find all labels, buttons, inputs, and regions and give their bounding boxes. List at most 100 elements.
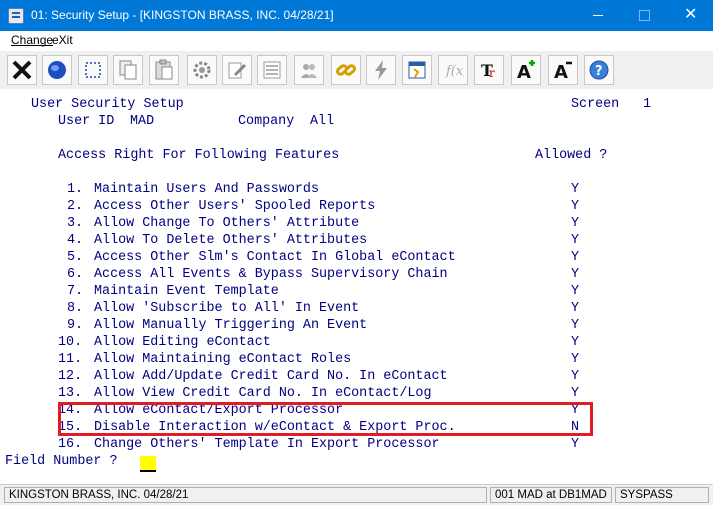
formula-icon: f(x) (445, 64, 464, 79)
feature-allowed-value[interactable]: Y (571, 386, 579, 402)
user-id-value: MAD (130, 114, 155, 129)
menu-bar: Change eXit (0, 31, 713, 51)
feature-number: 3. (67, 216, 84, 231)
window-title: 01: Security Setup - [KINGSTON BRASS, IN… (31, 8, 334, 22)
field-number-input[interactable] (140, 456, 156, 472)
feature-number: 11. (58, 352, 83, 367)
feature-label[interactable]: Access All Events & Bypass Supervisory C… (94, 267, 448, 283)
status-bar: KINGSTON BRASS, INC. 04/28/21 001 MAD at… (0, 484, 713, 505)
paste-icon (155, 59, 173, 80)
feature-allowed-value[interactable]: Y (571, 199, 579, 215)
status-session: 001 MAD at DB1MAD (490, 487, 612, 503)
toolbar-calendar-button[interactable] (402, 55, 432, 85)
feature-number: 5. (67, 250, 84, 265)
app-icon (8, 8, 24, 24)
toolbar-link-button[interactable] (331, 55, 361, 85)
feature-allowed-value[interactable]: Y (571, 335, 579, 351)
help-icon: ? (589, 60, 609, 80)
maximize-button[interactable] (621, 0, 667, 31)
feature-number: 12. (58, 369, 83, 384)
font-icon: Tr (481, 61, 495, 80)
font-increase-icon: A (517, 60, 535, 81)
feature-label[interactable]: Allow Add/Update Credit Card No. In eCon… (94, 369, 448, 385)
feature-number: 7. (67, 284, 84, 299)
toolbar-font-increase-button[interactable]: A (511, 55, 541, 85)
globe-icon (48, 61, 66, 79)
toolbar-paste-button[interactable] (149, 55, 179, 85)
feature-number: 13. (58, 386, 83, 401)
feature-allowed-value[interactable]: Y (571, 216, 579, 232)
toolbar-select-button[interactable] (78, 55, 108, 85)
toolbar-list-button[interactable] (257, 55, 287, 85)
svg-text:A: A (517, 62, 531, 81)
screen-label: Screen (571, 97, 620, 112)
feature-label[interactable]: Maintain Event Template (94, 284, 279, 300)
feature-number: 16. (58, 437, 83, 452)
maximize-icon (639, 10, 650, 21)
feature-label[interactable]: Allow Editing eContact (94, 335, 271, 351)
close-window-button[interactable]: ✕ (667, 0, 713, 31)
svg-text:r: r (489, 66, 495, 80)
feature-number: 1. (67, 182, 84, 197)
title-bar: 01: Security Setup - [KINGSTON BRASS, IN… (0, 0, 713, 31)
toolbar: f(x) Tr A A ? (0, 51, 713, 90)
feature-number: 9. (67, 318, 84, 333)
company-label: Company (238, 114, 295, 129)
feature-label[interactable]: Allow Manually Triggering An Event (94, 318, 367, 334)
toolbar-copy-button[interactable] (113, 55, 143, 85)
feature-label[interactable]: Allow Maintaining eContact Roles (94, 352, 351, 368)
toolbar-globe-button[interactable] (42, 55, 72, 85)
toolbar-close-button[interactable] (7, 55, 37, 85)
feature-allowed-value[interactable]: Y (571, 284, 579, 300)
feature-label[interactable]: Allow 'Subscribe to All' In Event (94, 301, 359, 317)
feature-allowed-value[interactable]: Y (571, 267, 579, 283)
toolbar-font-decrease-button[interactable]: A (548, 55, 578, 85)
screen-number: 1 (643, 97, 652, 112)
user-id-label: User ID (58, 114, 115, 129)
feature-label[interactable]: Change Others' Template In Export Proces… (94, 437, 440, 453)
feature-label[interactable]: Allow To Delete Others' Attributes (94, 233, 367, 249)
toolbar-lightning-button[interactable] (366, 55, 396, 85)
toolbar-users-button[interactable] (294, 55, 324, 85)
company-value: All (310, 114, 335, 129)
feature-allowed-value[interactable]: Y (571, 182, 579, 198)
access-header: Access Right For Following Features (58, 148, 340, 163)
status-company: KINGSTON BRASS, INC. 04/28/21 (4, 487, 487, 503)
copy-icon (119, 60, 137, 80)
toolbar-font-button[interactable]: Tr (474, 55, 504, 85)
feature-allowed-value[interactable]: Y (571, 437, 579, 453)
feature-label[interactable]: Access Other Users' Spooled Reports (94, 199, 375, 215)
feature-number: 2. (67, 199, 84, 214)
feature-number: 4. (67, 233, 84, 248)
feature-allowed-value[interactable]: Y (571, 369, 579, 385)
feature-label[interactable]: Access Other Slm's Contact In Global eCo… (94, 250, 456, 266)
feature-number: 8. (67, 301, 84, 316)
feature-allowed-value[interactable]: Y (571, 250, 579, 266)
feature-label[interactable]: Allow Change To Others' Attribute (94, 216, 359, 232)
feature-label[interactable]: Allow View Credit Card No. In eContact/L… (94, 386, 432, 402)
calendar-icon (408, 61, 426, 79)
minimize-icon (593, 15, 603, 16)
toolbar-help-button[interactable]: ? (584, 55, 614, 85)
toolbar-edit-button[interactable] (222, 55, 252, 85)
feature-allowed-value[interactable]: Y (571, 233, 579, 249)
allowed-header: Allowed ? (535, 148, 608, 163)
toolbar-formula-button[interactable]: f(x) (438, 55, 468, 85)
svg-text:A: A (554, 62, 568, 81)
feature-allowed-value[interactable]: Y (571, 318, 579, 334)
feature-number: 6. (67, 267, 84, 282)
menu-exit[interactable]: eXit (52, 33, 73, 47)
svg-text:f(x): f(x) (445, 64, 464, 79)
feature-number: 10. (58, 335, 83, 350)
users-icon (301, 64, 317, 78)
feature-label[interactable]: Maintain Users And Passwords (94, 182, 319, 198)
toolbar-settings-button[interactable] (187, 55, 217, 85)
select-icon (85, 62, 101, 78)
svg-text:?: ? (595, 64, 603, 79)
highlight-box (58, 402, 593, 436)
feature-allowed-value[interactable]: Y (571, 301, 579, 317)
minimize-button[interactable] (575, 0, 621, 31)
menu-change[interactable]: Change (11, 33, 53, 47)
lightning-icon (375, 60, 387, 80)
feature-allowed-value[interactable]: Y (571, 352, 579, 368)
